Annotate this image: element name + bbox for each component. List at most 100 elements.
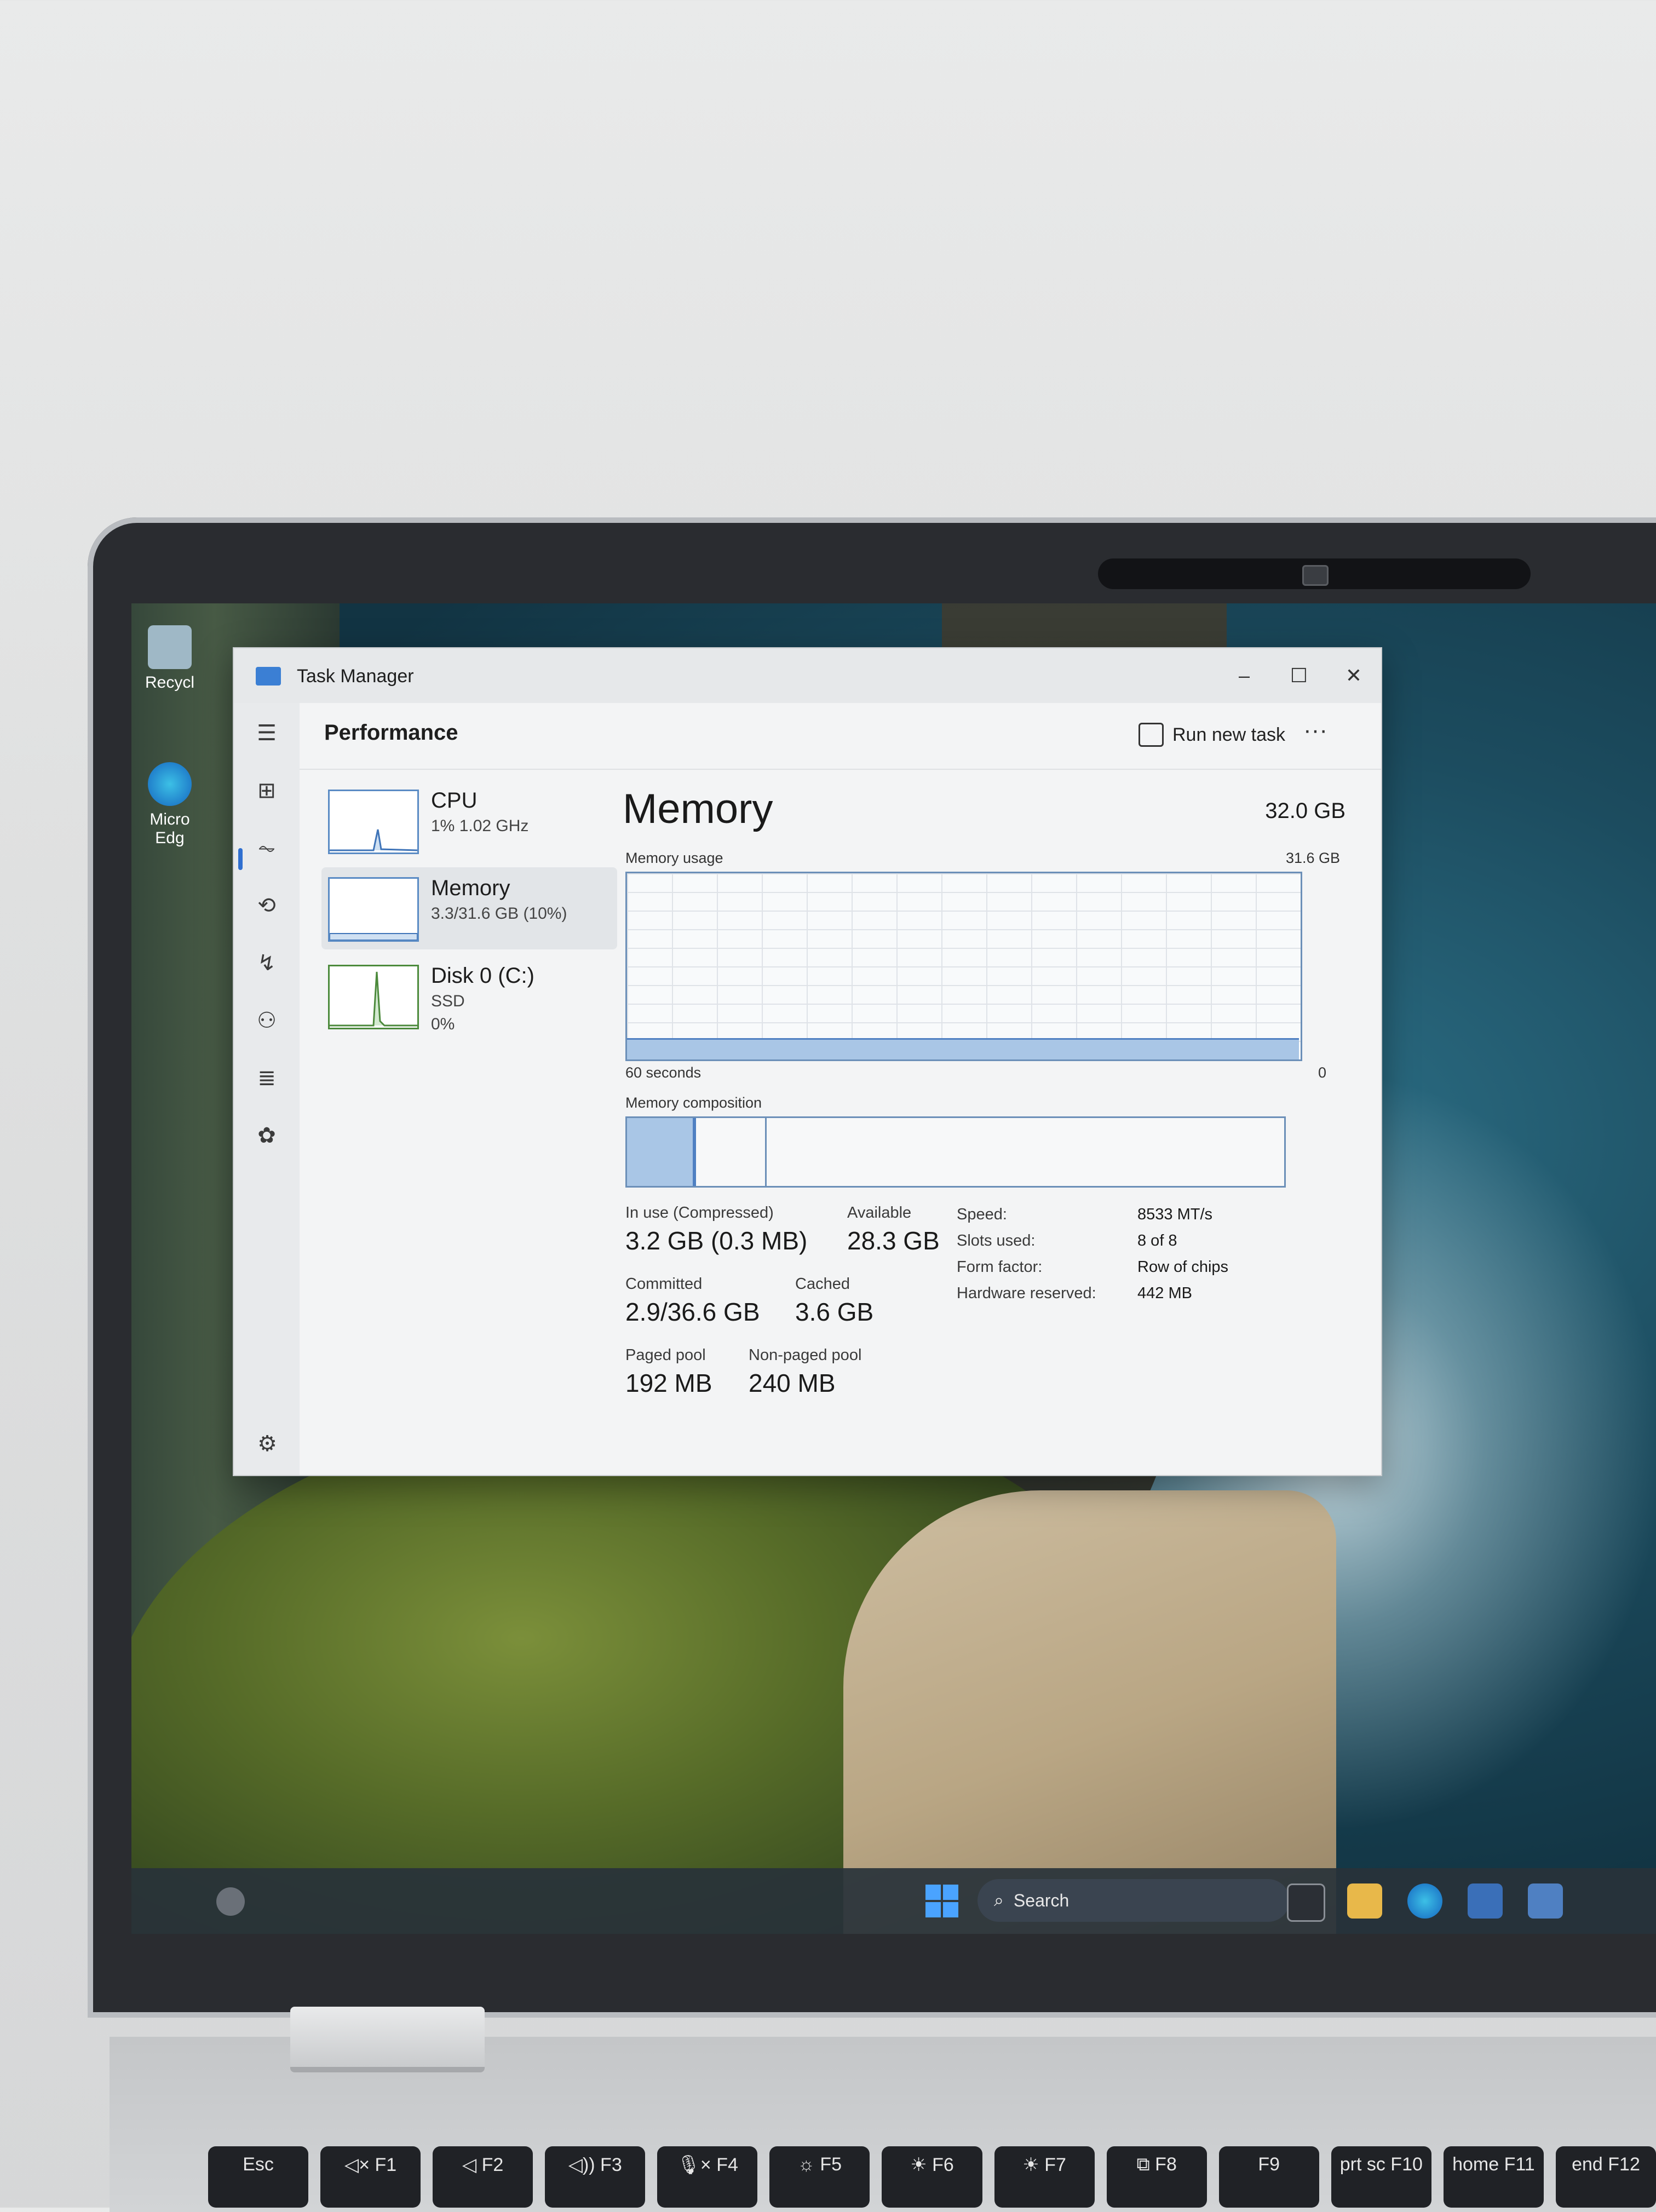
in-use-label: In use (Compressed) — [625, 1204, 774, 1222]
task-manager-taskbar-icon[interactable] — [1528, 1883, 1563, 1919]
widgets-icon[interactable] — [216, 1887, 245, 1916]
disk-thumbnail-graph — [328, 965, 419, 1029]
resource-detail: SSD — [431, 992, 465, 1010]
title-bar[interactable]: Task Manager – ☐ ✕ — [234, 648, 1381, 703]
resource-name: Memory — [431, 876, 510, 900]
memory-total: 32.0 GB — [1265, 799, 1346, 823]
key-f10[interactable]: prt sc F10 — [1331, 2146, 1431, 2208]
nav-active-indicator — [238, 848, 243, 870]
form-factor-value: Row of chips — [1137, 1258, 1229, 1276]
keyboard-function-row: Esc ◁× F1 ◁ F2 ◁)) F3 🎙× F4 ☼ F5 ☀ F6 ☀ … — [208, 2146, 1656, 2208]
slots-used-value: 8 of 8 — [1137, 1232, 1177, 1249]
hardware-reserved-value: 442 MB — [1137, 1284, 1192, 1302]
speed-label: Speed: — [957, 1206, 1007, 1223]
services-icon[interactable]: ✿ — [250, 1119, 283, 1152]
header-bar: Performance Run new task ··· — [300, 703, 1381, 770]
wallpaper-beach — [843, 1490, 1336, 1934]
paged-pool-label: Paged pool — [625, 1346, 706, 1364]
available-label: Available — [847, 1204, 912, 1222]
users-icon[interactable]: ⚇ — [250, 1004, 283, 1037]
key-f11[interactable]: home F11 — [1443, 2146, 1544, 2208]
memory-usage-fill — [627, 1038, 1299, 1059]
resource-name: Disk 0 (C:) — [431, 964, 534, 988]
slots-used-label: Slots used: — [957, 1232, 1036, 1249]
more-options-button[interactable]: ··· — [1296, 718, 1335, 750]
key-esc[interactable]: Esc — [208, 2146, 309, 2208]
key-f7[interactable]: ☀ F7 — [994, 2146, 1095, 2208]
memory-usage-max: 31.6 GB — [1285, 850, 1340, 866]
memory-usage-graph — [625, 872, 1302, 1061]
key-f5[interactable]: ☼ F5 — [769, 2146, 870, 2208]
desktop-icon-edge[interactable]: Micro Edg — [142, 762, 197, 848]
task-manager-window: Task Manager – ☐ ✕ ☰ ⊞ ⏦ ⟲ ↯ ⚇ ≣ ✿ ⚙ Per… — [233, 647, 1382, 1476]
run-task-icon — [1138, 723, 1164, 747]
run-new-task-button[interactable]: Run new task — [1126, 718, 1297, 751]
app-history-icon[interactable]: ⟲ — [250, 889, 283, 922]
taskbar-search[interactable]: ⌕ Search — [978, 1879, 1290, 1922]
file-explorer-icon[interactable] — [1347, 1883, 1382, 1919]
resource-item-cpu[interactable]: CPU 1% 1.02 GHz — [321, 780, 617, 862]
graph-time-span-label: 60 seconds — [625, 1064, 702, 1081]
search-placeholder: Search — [1013, 1890, 1070, 1910]
cached-label: Cached — [795, 1275, 850, 1293]
non-paged-pool-label: Non-paged pool — [749, 1346, 862, 1364]
nav-rail: ☰ ⊞ ⏦ ⟲ ↯ ⚇ ≣ ✿ ⚙ — [234, 703, 300, 1475]
store-icon[interactable] — [1468, 1883, 1503, 1919]
graph-zero-label: 0 — [1318, 1064, 1327, 1081]
key-f8[interactable]: ⧉ F8 — [1106, 2146, 1207, 2208]
key-f9[interactable]: F9 — [1218, 2146, 1319, 2208]
processes-icon[interactable]: ⊞ — [250, 774, 283, 807]
speed-value: 8533 MT/s — [1137, 1206, 1212, 1223]
memory-usage-label: Memory usage — [625, 850, 723, 866]
resource-detail-2: 0% — [431, 1015, 455, 1033]
available-value: 28.3 GB — [847, 1226, 940, 1255]
key-f2[interactable]: ◁ F2 — [433, 2146, 533, 2208]
form-factor-label: Form factor: — [957, 1258, 1043, 1276]
maximize-button[interactable]: ☐ — [1274, 658, 1324, 693]
memory-thumbnail-graph — [328, 877, 419, 942]
hinge — [290, 2007, 485, 2072]
key-f1[interactable]: ◁× F1 — [320, 2146, 421, 2208]
edge-browser-icon[interactable] — [1407, 1883, 1442, 1919]
memory-composition-divider — [765, 1118, 767, 1186]
startup-apps-icon[interactable]: ↯ — [250, 947, 283, 980]
screen: Recycl Micro Edg Task Manager – ☐ ✕ ☰ ⊞ … — [131, 603, 1656, 1934]
minimize-button[interactable]: – — [1220, 658, 1269, 693]
memory-composition-in-use — [627, 1118, 696, 1186]
webcam-icon — [1302, 565, 1329, 586]
committed-label: Committed — [625, 1275, 703, 1293]
task-view-icon[interactable] — [1287, 1883, 1325, 1922]
close-button[interactable]: ✕ — [1329, 658, 1378, 693]
recycle-bin-icon — [148, 625, 192, 669]
task-manager-app-icon — [256, 667, 281, 686]
resource-detail: 3.3/31.6 GB (10%) — [431, 905, 567, 923]
resource-detail: 1% 1.02 GHz — [431, 817, 529, 835]
details-icon[interactable]: ≣ — [250, 1062, 283, 1095]
cached-value: 3.6 GB — [795, 1298, 874, 1326]
start-button[interactable] — [925, 1885, 958, 1917]
key-f12[interactable]: end F12 — [1555, 2146, 1656, 2208]
resource-item-memory[interactable]: Memory 3.3/31.6 GB (10%) — [321, 867, 617, 949]
window-title: Task Manager — [297, 666, 414, 687]
key-f4[interactable]: 🎙× F4 — [657, 2146, 758, 2208]
resource-item-disk[interactable]: Disk 0 (C:) SSD 0% — [321, 955, 617, 1037]
desktop-icon-label: Recycl — [145, 673, 194, 692]
key-f6[interactable]: ☀ F6 — [882, 2146, 982, 2208]
key-f3[interactable]: ◁)) F3 — [545, 2146, 646, 2208]
memory-heading: Memory — [623, 786, 773, 832]
performance-pane: Performance Run new task ··· CPU 1% 1.02… — [300, 703, 1381, 1475]
desktop-icon-label: Micro Edg — [150, 810, 190, 847]
search-icon: ⌕ — [994, 1890, 1004, 1910]
cpu-thumbnail-graph — [328, 790, 419, 854]
run-new-task-label: Run new task — [1172, 724, 1285, 745]
in-use-value: 3.2 GB (0.3 MB) — [625, 1226, 808, 1255]
edge-icon — [148, 762, 192, 806]
performance-icon[interactable]: ⏦ — [250, 832, 283, 865]
resource-name: CPU — [431, 788, 478, 813]
non-paged-pool-value: 240 MB — [749, 1369, 836, 1397]
memory-composition-bar — [625, 1116, 1286, 1188]
desktop-icon-recycle-bin[interactable]: Recycl — [142, 625, 197, 692]
memory-composition-label: Memory composition — [625, 1095, 762, 1111]
hamburger-menu-icon[interactable]: ☰ — [250, 717, 283, 750]
settings-gear-icon[interactable]: ⚙ — [254, 1431, 281, 1459]
